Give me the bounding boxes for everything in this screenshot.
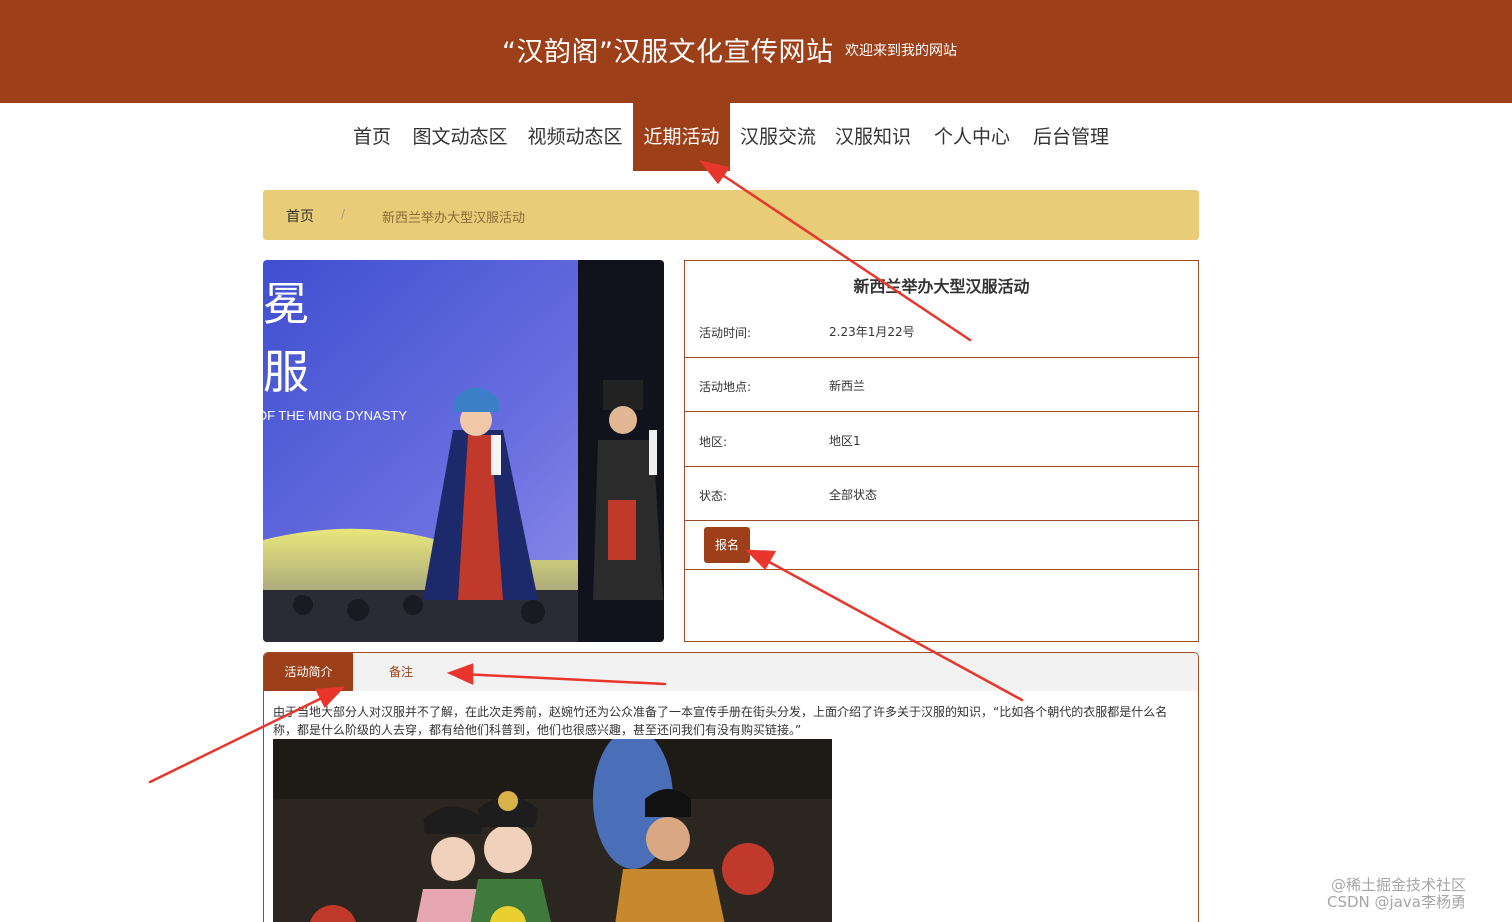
nav-item-video-news[interactable]: 视频动态区	[521, 103, 629, 171]
detail-row-actions	[685, 521, 1198, 570]
detail-value-region: 地区1	[829, 434, 861, 448]
breadcrumb-separator: /	[341, 207, 346, 221]
detail-value-time: 2.23年1月22号	[829, 325, 915, 339]
signup-button[interactable]: 报名	[704, 527, 750, 563]
breadcrumb-current: 新西兰举办大型汉服活动	[382, 211, 526, 226]
site-title: “汉韵阁”汉服文化宣传网站	[502, 37, 834, 68]
event-content-image	[273, 739, 832, 922]
main-nav: 首页 图文动态区 视频动态区 近期活动 汉服交流 汉服知识 个人中心 后台管理	[0, 103, 1512, 171]
event-intro-text: 由于当地大部分人对汉服并不了解，在此次走秀前，赵婉竹还为公众准备了一本宣传手册在…	[273, 705, 1168, 737]
breadcrumb-home[interactable]: 首页	[286, 206, 314, 226]
detail-row-time: 活动时间: 2.23年1月22号	[685, 261, 1198, 358]
image-caption-english: OF THE MING DYNASTY	[263, 408, 407, 423]
tab-remarks[interactable]: 备注	[364, 653, 438, 691]
site-header: “汉韵阁”汉服文化宣传网站 欢迎来到我的网站	[0, 0, 1512, 103]
welcome-text: 欢迎来到我的网站	[845, 43, 957, 59]
nav-item-recent-events[interactable]: 近期活动	[633, 103, 730, 171]
detail-value-location: 新西兰	[829, 379, 866, 393]
nav-item-hanfu-knowledge[interactable]: 汉服知识	[829, 103, 917, 171]
detail-label-location: 活动地点:	[699, 380, 752, 394]
detail-row-location: 活动地点: 新西兰	[685, 358, 1198, 412]
detail-label-time: 活动时间:	[699, 326, 752, 340]
image-caption-char-2: 服	[263, 345, 309, 399]
breadcrumb: 首页 / 新西兰举办大型汉服活动	[263, 190, 1199, 240]
nav-item-personal-center[interactable]: 个人中心	[928, 103, 1016, 171]
tab-bar: 活动简介 备注	[264, 653, 1198, 691]
event-tabs-panel: 活动简介 备注 由于当地大部分人对汉服并不了解，在此次走秀前，赵婉竹还为公众准备…	[263, 652, 1199, 922]
watermark-line-2: CSDN @java李杨勇	[1327, 893, 1466, 911]
event-detail-panel: 新西兰举办大型汉服活动 活动时间: 2.23年1月22号 活动地点: 新西兰 地…	[684, 260, 1199, 642]
detail-label-status: 状态:	[699, 489, 728, 503]
watermark: @稀土掘金技术社区 CSDN @java李杨勇	[1327, 877, 1466, 911]
tab-event-intro[interactable]: 活动简介	[264, 653, 353, 691]
watermark-line-1: @稀土掘金技术社区	[1330, 876, 1466, 894]
detail-value-status: 全部状态	[829, 488, 878, 502]
nav-item-admin[interactable]: 后台管理	[1027, 103, 1115, 171]
nav-item-hanfu-exchange[interactable]: 汉服交流	[734, 103, 822, 171]
detail-row-status: 状态: 全部状态	[685, 467, 1198, 521]
image-caption-char-1: 冕	[263, 277, 309, 331]
nav-item-image-news[interactable]: 图文动态区	[406, 103, 514, 171]
detail-label-region: 地区:	[699, 435, 728, 449]
detail-row-region: 地区: 地区1	[685, 412, 1198, 467]
event-main-image: 冕 服 OF THE MING DYNASTY	[263, 260, 664, 642]
nav-item-home[interactable]: 首页	[345, 103, 399, 171]
